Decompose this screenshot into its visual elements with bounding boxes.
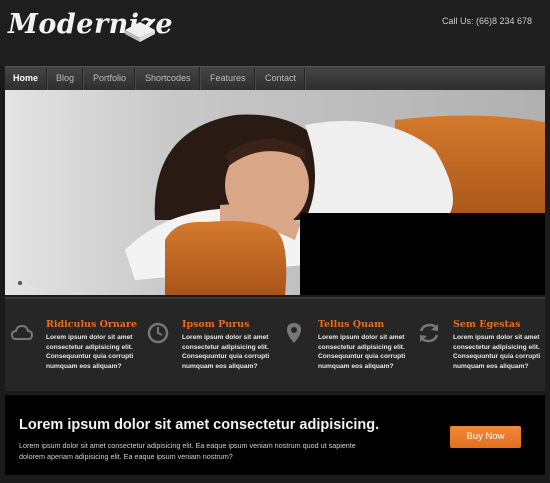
slider-dot-3[interactable]	[37, 280, 43, 286]
call-us-text: Call Us: (66)8 234 678	[441, 16, 532, 26]
feature-text: Lorem ipsum dolor sit amet consectetur a…	[453, 334, 541, 370]
slider-dot-4[interactable]	[47, 280, 53, 286]
feature-title[interactable]: Ipsom Purus	[182, 319, 249, 330]
nav-item-home[interactable]: Home	[5, 67, 48, 90]
call-to-action: Lorem ipsum dolor sit amet consectetur a…	[5, 395, 545, 475]
main-nav: Home Blog Portfolio Shortcodes Features …	[5, 66, 545, 90]
feature-text: Lorem ipsum dolor sit amet consectetur a…	[182, 334, 270, 370]
site-header: Modernize Call Us: (66)8 234 678	[0, 0, 550, 66]
feature-title[interactable]: Tellus Quam	[318, 319, 384, 330]
map-pin-icon	[287, 323, 301, 343]
clock-icon	[147, 322, 169, 344]
logo-mark-icon	[125, 22, 155, 42]
cta-title: Lorem ipsum dolor sit amet consectetur a…	[19, 417, 380, 433]
slider-dot-2[interactable]	[27, 280, 33, 286]
hero-slider[interactable]	[5, 90, 545, 295]
feature-title[interactable]: Sem Egestas	[453, 319, 520, 330]
hero-image	[5, 90, 545, 295]
feature-text: Lorem ipsum dolor sit amet consectetur a…	[46, 334, 134, 370]
feature-text: Lorem ipsum dolor sit amet consectetur a…	[318, 334, 406, 370]
nav-item-features[interactable]: Features	[202, 67, 255, 90]
nav-item-shortcodes[interactable]: Shortcodes	[137, 67, 200, 90]
nav-item-contact[interactable]: Contact	[257, 67, 306, 90]
cta-text: Lorem ipsum dolor sit amet consectetur a…	[19, 441, 356, 461]
cloud-icon	[10, 324, 34, 340]
nav-item-portfolio[interactable]: Portfolio	[85, 67, 136, 90]
feature-title[interactable]: Ridiculus Ornare	[46, 319, 137, 330]
buy-now-button[interactable]: Buy Now	[450, 426, 521, 448]
slider-dot-1[interactable]	[17, 280, 23, 286]
refresh-icon	[419, 323, 439, 343]
features-section: Ridiculus Ornare Lorem ipsum dolor sit a…	[5, 297, 545, 391]
nav-item-blog[interactable]: Blog	[48, 67, 84, 90]
